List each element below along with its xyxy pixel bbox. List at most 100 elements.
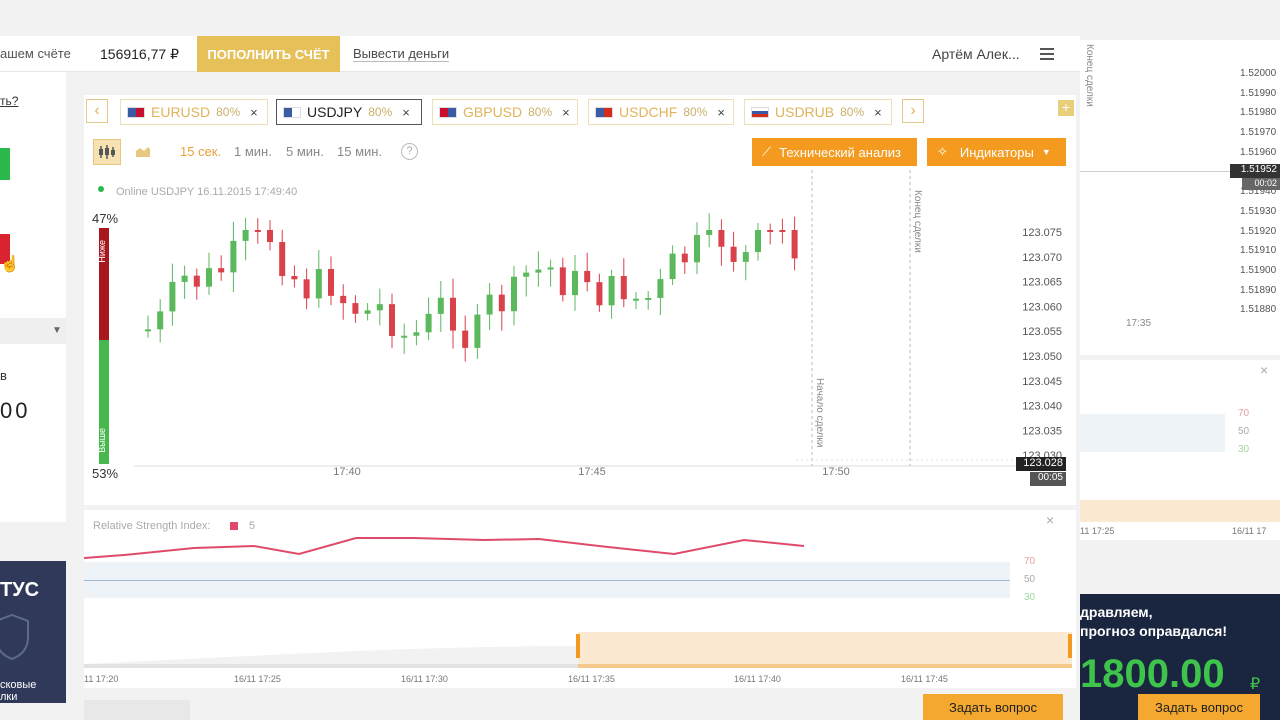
currency-sign: ₽ <box>1250 676 1261 693</box>
candle <box>498 294 505 312</box>
flag-icon <box>595 106 613 118</box>
tab-symbol: USDRUB <box>775 104 835 120</box>
candle <box>157 311 164 330</box>
tabs-next-button[interactable]: › <box>902 99 924 123</box>
candle <box>547 267 554 270</box>
candle <box>169 281 176 312</box>
close-icon[interactable]: × <box>1260 362 1268 378</box>
timeframe-1m[interactable]: 1 мин. <box>234 144 272 159</box>
cursor-icon: ☝ <box>0 256 20 273</box>
y-tick-label: 123.055 <box>1022 326 1062 338</box>
candle <box>572 270 578 296</box>
candle <box>596 282 603 306</box>
timeline-label: 16/11 17:30 <box>401 674 448 684</box>
ask-question-button[interactable]: Задать вопрос <box>1138 694 1260 720</box>
candle <box>767 230 774 232</box>
candle <box>535 269 542 273</box>
tab-gbpusd[interactable]: GBPUSD 80% × <box>432 99 578 125</box>
x-tick-label: 17:50 <box>822 466 850 478</box>
price-tick: 1.51900 <box>1240 265 1277 276</box>
deposit-button[interactable]: ПОПОЛНИТЬ СЧЁТ <box>197 36 340 72</box>
flag-icon <box>283 106 301 118</box>
candle <box>669 253 676 280</box>
help-icon[interactable]: ? <box>401 143 418 160</box>
timeframe-15m[interactable]: 15 мин. <box>337 144 382 159</box>
candle <box>242 230 249 241</box>
user-name[interactable]: Артём Алек... <box>932 46 1020 62</box>
candle <box>474 314 481 348</box>
add-tab-button[interactable]: + <box>1058 100 1074 116</box>
candle <box>352 303 359 314</box>
x-tick-label: 17:40 <box>333 466 361 478</box>
tab-symbol: USDCHF <box>619 104 678 120</box>
candle <box>779 230 786 232</box>
congrats-line-2: прогноз оправдался! <box>1080 623 1228 639</box>
candle <box>791 230 798 259</box>
trade-panel <box>0 72 66 522</box>
rsi-band <box>1080 414 1225 452</box>
deal-end-label: Конец сделки <box>1084 44 1095 107</box>
tab-pct: 80% <box>368 105 393 119</box>
candle <box>584 270 591 283</box>
area-chart-icon[interactable] <box>130 139 158 165</box>
rsi-level-70: 70 <box>1238 408 1250 419</box>
tab-usdjpy[interactable]: USDJPY 80% × <box>276 99 422 125</box>
price-tick: 1.51980 <box>1240 107 1277 119</box>
candle <box>633 298 639 301</box>
rsi-level-50: 50 <box>1238 426 1250 437</box>
status-title: ТУС <box>0 579 40 601</box>
help-link[interactable]: ть? <box>0 94 18 108</box>
flag-icon <box>127 106 145 118</box>
close-icon[interactable]: × <box>250 105 258 120</box>
price-tick: 1.51970 <box>1240 127 1277 139</box>
candle <box>279 242 286 277</box>
second-chart-panel: Конец сделки 1.52000 1.51990 1.51980 1.5197… <box>1080 40 1280 355</box>
candle <box>437 297 444 314</box>
candle <box>608 276 615 306</box>
candle <box>657 279 664 298</box>
y-tick-label: 123.035 <box>1022 425 1062 437</box>
candle <box>315 268 322 299</box>
candle <box>425 313 432 333</box>
candle <box>620 276 627 300</box>
footer-strip <box>84 700 190 720</box>
tab-usdchf[interactable]: USDCHF 80% × <box>588 99 734 125</box>
timeline-navigator[interactable]: 11 17:20 16/11 17:25 16/11 17:30 16/11 1… <box>84 628 1076 688</box>
close-icon[interactable]: × <box>402 105 410 120</box>
tab-pct: 80% <box>528 105 553 119</box>
amount-label: в <box>0 368 7 383</box>
candle <box>389 304 395 337</box>
tab-symbol: EURUSD <box>151 104 211 120</box>
y-tick-label: 123.045 <box>1022 376 1062 388</box>
tech-analysis-button[interactable]: ⟋ Технический анализ <box>752 138 917 166</box>
higher-button[interactable] <box>0 148 10 180</box>
y-tick-label: 123.070 <box>1022 252 1062 264</box>
rsi-path <box>84 537 805 559</box>
tech-analysis-label: Технический анализ <box>779 144 901 160</box>
amount-input[interactable]: 00 <box>0 398 30 424</box>
top-bar: ашем счёте 156916,77 ₽ ПОПОЛНИТЬ СЧЁТ Вы… <box>0 36 1080 72</box>
menu-icon[interactable] <box>1040 48 1054 60</box>
indicators-button[interactable]: ✧ Индикаторы ▼ <box>927 138 1066 166</box>
status-sub-1: сковые <box>0 679 37 691</box>
price-tick: 1.52000 <box>1240 68 1277 79</box>
ask-question-button[interactable]: Задать вопрос <box>923 694 1063 720</box>
close-icon[interactable]: × <box>874 105 882 120</box>
tab-usdrub[interactable]: USDRUB 80% × <box>744 99 892 125</box>
close-icon[interactable]: × <box>717 105 725 120</box>
tab-eurusd[interactable]: EURUSD 80% × <box>120 99 268 125</box>
timeframe-5m[interactable]: 5 мин. <box>286 144 324 159</box>
withdraw-link[interactable]: Вывести деньги <box>353 46 450 62</box>
candle <box>340 295 347 304</box>
candles-icon[interactable] <box>93 139 121 165</box>
close-icon[interactable]: × <box>562 105 570 120</box>
candle <box>401 335 408 338</box>
candle <box>755 230 761 253</box>
price-tick: 1.51990 <box>1240 87 1277 99</box>
timeline-label: 11 17:20 <box>84 674 119 684</box>
candle <box>376 304 383 311</box>
candle <box>511 276 517 312</box>
timeframe-15s[interactable]: 15 сек. <box>180 144 221 159</box>
tabs-prev-button[interactable]: ‹ <box>86 99 108 123</box>
candlestick-chart[interactable]: 123.075 123.070 123.065 123.060 123.055 123.0… <box>84 170 1076 480</box>
